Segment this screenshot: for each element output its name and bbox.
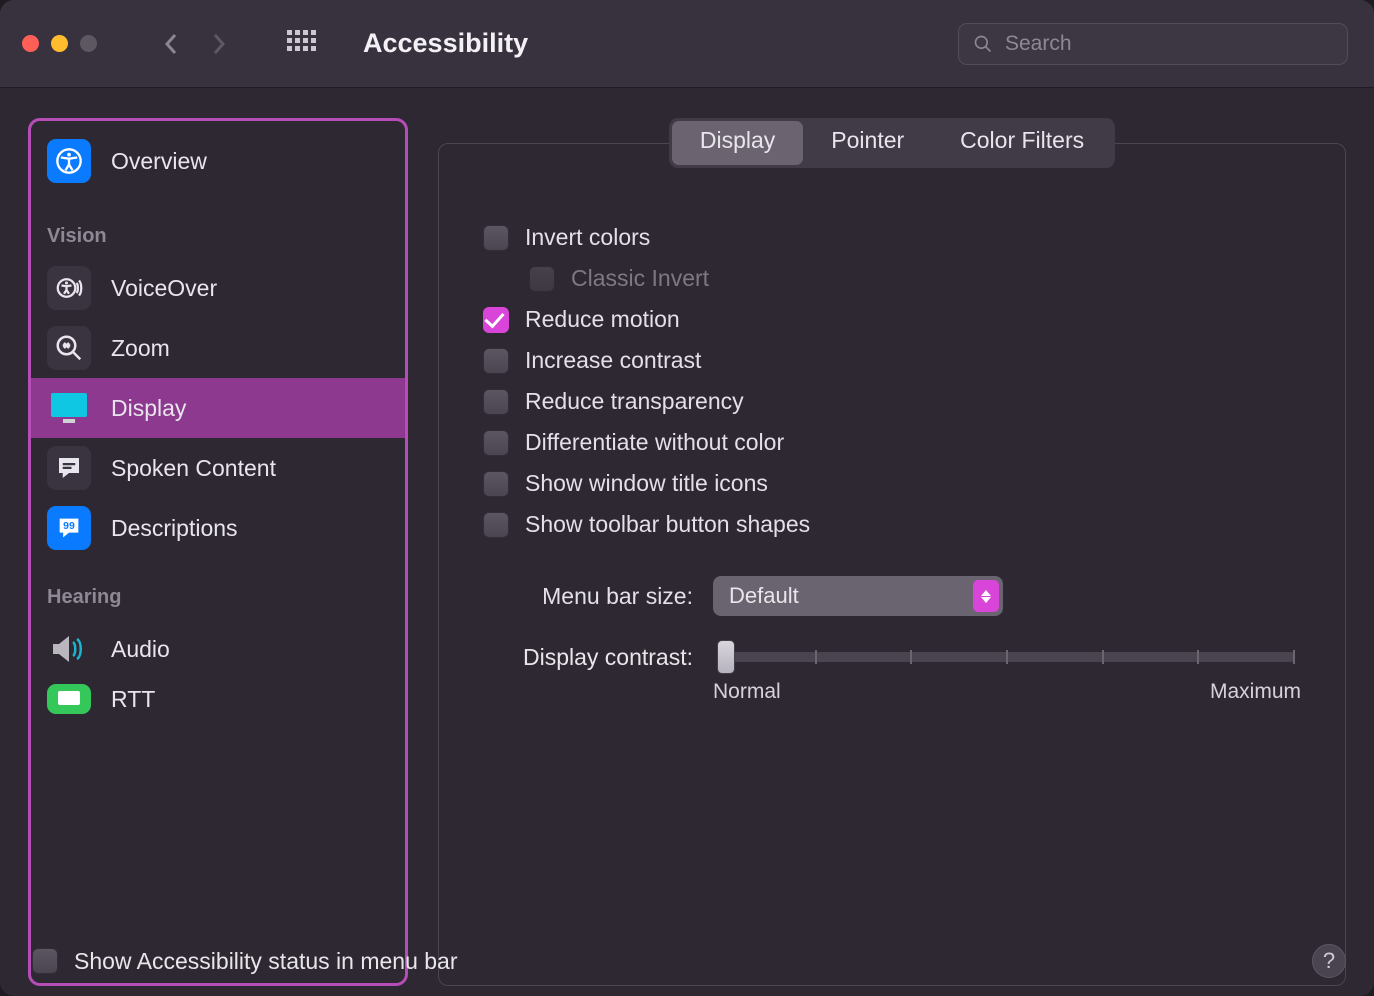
minimize-window-button[interactable] <box>51 35 68 52</box>
window-controls <box>22 35 97 52</box>
preferences-window: Accessibility Overview Vision <box>0 0 1374 996</box>
display-icon <box>47 386 91 430</box>
option-label: Reduce transparency <box>525 388 744 415</box>
help-button[interactable]: ? <box>1312 944 1346 978</box>
option-invert-colors[interactable]: Invert colors <box>483 220 1301 255</box>
checkbox-invert-colors[interactable] <box>483 225 509 251</box>
sidebar-item-label: Overview <box>111 148 207 175</box>
descriptions-icon: 99 <box>47 506 91 550</box>
sidebar-item-label: VoiceOver <box>111 275 217 302</box>
select-stepper-icon <box>973 580 999 612</box>
menu-bar-size-label: Menu bar size: <box>483 583 693 610</box>
option-label: Show window title icons <box>525 470 768 497</box>
slider-min-label: Normal <box>713 680 781 704</box>
sidebar-item-label: Display <box>111 395 186 422</box>
segmented-tabs: Display Pointer Color Filters <box>669 118 1115 168</box>
option-differentiate-without-color[interactable]: Differentiate without color <box>483 425 1301 460</box>
sidebar-section-vision: Vision <box>31 197 405 258</box>
sidebar-item-display[interactable]: Display <box>31 378 405 438</box>
option-show-toolbar-button-shapes[interactable]: Show toolbar button shapes <box>483 507 1301 542</box>
checkbox-show-toolbar-button-shapes[interactable] <box>483 512 509 538</box>
option-reduce-motion[interactable]: Reduce motion <box>483 302 1301 337</box>
toolbar: Accessibility <box>0 0 1374 88</box>
content-area: Overview Vision VoiceOver Zoom <box>0 88 1374 996</box>
option-label: Increase contrast <box>525 347 701 374</box>
slider-max-label: Maximum <box>1210 680 1301 704</box>
svg-text:99: 99 <box>63 520 75 532</box>
forward-button[interactable] <box>205 30 233 58</box>
sidebar-section-hearing: Hearing <box>31 558 405 619</box>
checkbox-increase-contrast[interactable] <box>483 348 509 374</box>
tab-display[interactable]: Display <box>672 121 803 165</box>
display-contrast-row: Display contrast: Normal Maximum <box>483 642 1301 704</box>
audio-icon <box>47 627 91 671</box>
option-label: Differentiate without color <box>525 429 784 456</box>
sidebar-item-label: Spoken Content <box>111 455 276 482</box>
sidebar-highlight-frame: Overview Vision VoiceOver Zoom <box>28 118 408 986</box>
option-label: Reduce motion <box>525 306 680 333</box>
checkbox-reduce-motion[interactable] <box>483 307 509 333</box>
sidebar-item-label: RTT <box>111 686 155 713</box>
tab-pointer[interactable]: Pointer <box>803 121 932 165</box>
menu-bar-size-row: Menu bar size: Default <box>483 576 1301 616</box>
sidebar-item-spoken-content[interactable]: Spoken Content <box>31 438 405 498</box>
display-contrast-slider[interactable] <box>719 652 1295 662</box>
option-increase-contrast[interactable]: Increase contrast <box>483 343 1301 378</box>
rtt-icon <box>47 684 91 714</box>
close-window-button[interactable] <box>22 35 39 52</box>
search-field[interactable] <box>958 23 1348 65</box>
option-classic-invert: Classic Invert <box>529 261 1301 296</box>
slider-ticks <box>719 652 1295 662</box>
checkbox-reduce-transparency[interactable] <box>483 389 509 415</box>
sidebar: Overview Vision VoiceOver Zoom <box>31 125 405 983</box>
footer-label: Show Accessibility status in menu bar <box>74 948 458 975</box>
search-icon <box>973 34 993 54</box>
sidebar-item-label: Descriptions <box>111 515 238 542</box>
sidebar-item-label: Zoom <box>111 335 170 362</box>
sidebar-item-descriptions[interactable]: 99 Descriptions <box>31 498 405 558</box>
option-label: Invert colors <box>525 224 650 251</box>
nav-arrows <box>157 30 233 58</box>
zoom-icon <box>47 326 91 370</box>
search-input[interactable] <box>1005 32 1333 56</box>
option-reduce-transparency[interactable]: Reduce transparency <box>483 384 1301 419</box>
slider-thumb[interactable] <box>717 640 735 674</box>
sidebar-item-rtt[interactable]: RTT <box>31 679 405 719</box>
checkbox-differentiate-without-color[interactable] <box>483 430 509 456</box>
select-value: Default <box>729 583 799 609</box>
sidebar-item-label: Audio <box>111 636 170 663</box>
main-panel: Display Pointer Color Filters Invert col… <box>438 118 1346 986</box>
tab-color-filters[interactable]: Color Filters <box>932 121 1112 165</box>
sidebar-item-overview[interactable]: Overview <box>31 125 405 197</box>
settings-panel: Invert colors Classic Invert Reduce moti… <box>438 143 1346 986</box>
spoken-content-icon <box>47 446 91 490</box>
menu-bar-size-select[interactable]: Default <box>713 576 1003 616</box>
checkbox-classic-invert <box>529 266 555 292</box>
show-all-button[interactable] <box>287 30 315 58</box>
accessibility-icon <box>47 139 91 183</box>
checkbox-show-accessibility-status[interactable] <box>32 948 58 974</box>
sidebar-item-audio[interactable]: Audio <box>31 619 405 679</box>
voiceover-icon <box>47 266 91 310</box>
window-title: Accessibility <box>363 28 528 59</box>
sidebar-item-voiceover[interactable]: VoiceOver <box>31 258 405 318</box>
footer: Show Accessibility status in menu bar ? <box>32 944 1346 978</box>
option-label: Classic Invert <box>571 265 709 292</box>
back-button[interactable] <box>157 30 185 58</box>
option-label: Show toolbar button shapes <box>525 511 810 538</box>
checkbox-show-window-title-icons[interactable] <box>483 471 509 497</box>
zoom-window-button[interactable] <box>80 35 97 52</box>
sidebar-item-zoom[interactable]: Zoom <box>31 318 405 378</box>
option-show-window-title-icons[interactable]: Show window title icons <box>483 466 1301 501</box>
display-contrast-label: Display contrast: <box>483 642 693 671</box>
